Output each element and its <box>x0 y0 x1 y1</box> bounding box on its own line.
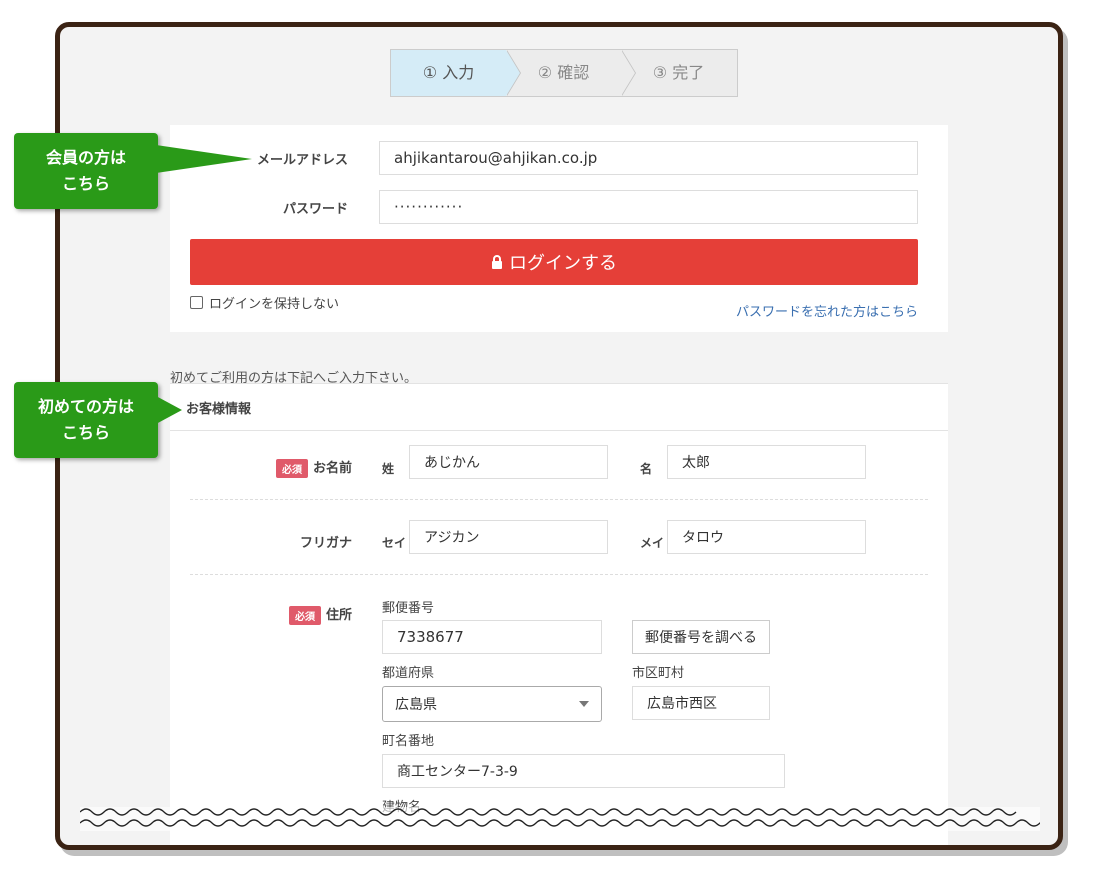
zip-field[interactable]: 7338677 <box>382 620 602 654</box>
row-divider <box>190 499 928 500</box>
address-label: 住所 <box>325 608 352 623</box>
row-divider <box>190 574 928 575</box>
password-field[interactable]: ············ <box>379 190 918 224</box>
member-callout-line1: 会員の方は <box>45 148 126 167</box>
step-complete-label: ③ 完了 <box>652 63 705 82</box>
step-complete: ③ 完了 <box>621 50 736 96</box>
zip-label: 郵便番号 <box>382 601 435 616</box>
prefecture-select[interactable]: 広島県 <box>382 686 602 722</box>
keep-login-label: ログインを保持しない <box>209 297 340 312</box>
customer-info-header: お客様情報 <box>170 384 948 431</box>
first-time-callout-line1: 初めての方は <box>37 397 134 416</box>
sei-field[interactable]: あじかん <box>409 445 608 479</box>
email-field[interactable]: ahjikantarou@ahjikan.co.jp <box>379 141 918 175</box>
step-input: ① 入力 <box>391 50 521 96</box>
callout-pointer <box>156 145 252 173</box>
required-badge: 必須 <box>288 606 321 625</box>
mei-kana-field[interactable]: タロウ <box>667 520 866 554</box>
keep-login-option[interactable]: ログインを保持しない <box>190 293 339 312</box>
forgot-password-link[interactable]: パスワードを忘れた方はこちら <box>736 301 918 320</box>
required-badge: 必須 <box>275 459 308 478</box>
keep-login-checkbox[interactable] <box>190 296 203 309</box>
login-button[interactable]: ログインする <box>190 239 918 285</box>
city-field[interactable]: 広島市西区 <box>632 686 770 720</box>
address-row-label: 必須 住所 <box>172 604 352 625</box>
first-time-callout: 初めての方は こちら <box>14 382 182 458</box>
member-callout: 会員の方は こちら <box>14 133 252 209</box>
mei-kana-label: メイ <box>640 536 665 550</box>
member-callout-line2: こちら <box>61 174 110 193</box>
first-time-callout-line2: こちら <box>61 423 110 442</box>
login-panel: メールアドレス ahjikantarou@ahjikan.co.jp パスワード… <box>170 125 948 332</box>
town-label: 町名番地 <box>382 734 435 749</box>
zip-lookup-button[interactable]: 郵便番号を調べる <box>632 620 770 654</box>
mei-label: 名 <box>640 462 653 476</box>
progress-steps: ① 入力 ② 確認 ③ 完了 <box>390 49 738 97</box>
mei-field[interactable]: 太郎 <box>667 445 866 479</box>
customer-info-panel: お客様情報 必須 お名前 姓 あじかん 名 太郎 フリガナ セイ アジカン メイ … <box>170 383 948 845</box>
name-label: お名前 <box>312 461 352 476</box>
prefecture-value: 広島県 <box>395 697 437 713</box>
name-row-label: 必須 お名前 <box>172 457 352 478</box>
callout-pointer <box>156 396 182 424</box>
password-label: パスワード <box>282 202 348 217</box>
prefecture-label: 都道府県 <box>382 666 435 681</box>
cut-off-wave <box>80 807 1040 831</box>
step-input-label: ① 入力 <box>422 63 475 82</box>
step-confirm: ② 確認 <box>506 50 636 96</box>
step-confirm-label: ② 確認 <box>537 63 590 82</box>
sei-label: 姓 <box>382 462 395 476</box>
login-button-label: ログインする <box>509 253 617 274</box>
sei-kana-field[interactable]: アジカン <box>409 520 608 554</box>
furigana-label: フリガナ <box>299 536 352 551</box>
city-label: 市区町村 <box>632 666 685 681</box>
town-field[interactable]: 商工センター7-3-9 <box>382 754 785 788</box>
lock-icon <box>492 255 502 269</box>
chevron-down-icon <box>579 701 589 707</box>
sei-kana-label: セイ <box>382 536 407 550</box>
customer-info-title: お客様情報 <box>186 402 252 417</box>
